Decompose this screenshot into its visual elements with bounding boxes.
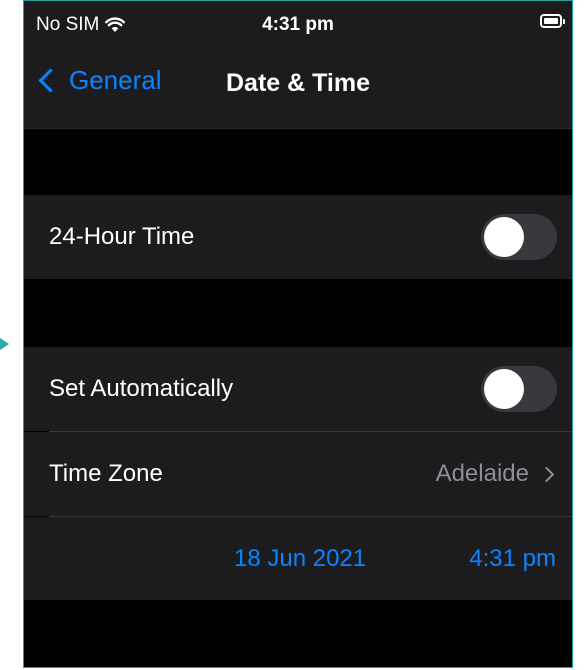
toggle-knob — [484, 217, 524, 257]
hour24-toggle[interactable] — [481, 214, 557, 260]
status-time: 4:31 pm — [262, 14, 334, 35]
bottom-background — [24, 600, 572, 667]
annotation-arrow-icon — [0, 338, 9, 350]
set-automatically-label: Set Automatically — [49, 375, 234, 402]
time-zone-value: Adelaide — [435, 460, 529, 487]
battery-tip — [563, 19, 565, 24]
phone-screen: No SIM 4:31 pm General Date & Time 24-Ho… — [23, 0, 573, 668]
status-bar: No SIM 4:31 pm — [24, 1, 572, 43]
date-picker-value[interactable]: 18 Jun 2021 — [234, 545, 366, 573]
battery-icon — [540, 14, 565, 28]
time-picker-value[interactable]: 4:31 pm — [469, 545, 556, 573]
screenshot-stage: No SIM 4:31 pm General Date & Time 24-Ho… — [0, 0, 587, 670]
section-spacer — [24, 129, 572, 195]
time-zone-value-group: Adelaide — [435, 460, 555, 488]
section-spacer — [24, 279, 572, 347]
battery-level — [544, 18, 558, 24]
navigation-bar: General Date & Time — [24, 43, 572, 129]
hour24-row: 24-Hour Time — [24, 195, 572, 279]
hour24-label: 24-Hour Time — [49, 223, 195, 250]
set-automatically-row: Set Automatically — [24, 347, 572, 431]
page-title: Date & Time — [225, 69, 371, 97]
toggle-knob — [484, 369, 524, 409]
chevron-right-icon — [538, 466, 555, 482]
date-time-row: 18 Jun 2021 4:31 pm — [24, 517, 572, 600]
time-zone-row[interactable]: Time Zone Adelaide — [24, 432, 572, 516]
set-automatically-toggle[interactable] — [481, 366, 557, 412]
time-zone-label: Time Zone — [49, 460, 163, 487]
